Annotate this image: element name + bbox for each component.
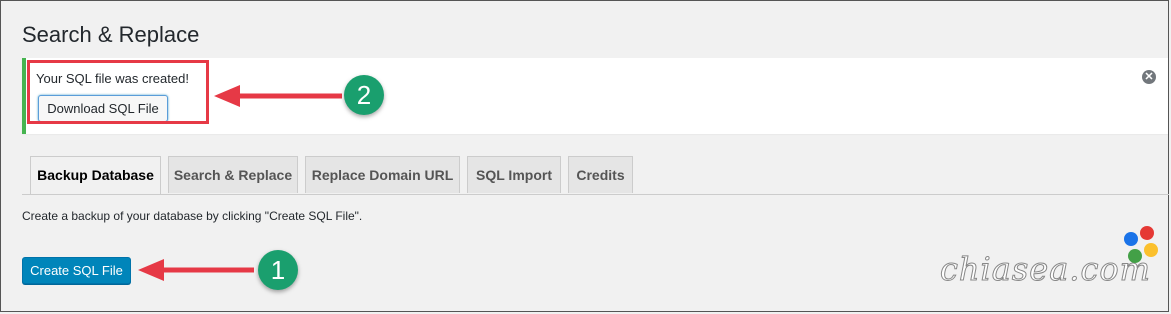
highlight-box xyxy=(27,60,209,124)
step-2-badge: 2 xyxy=(344,75,384,115)
step-1-badge: 1 xyxy=(258,250,298,290)
watermark-logo: chiasea.com xyxy=(940,250,1151,289)
watermark-dot xyxy=(1140,226,1154,240)
tab-replace-domain-url[interactable]: Replace Domain URL xyxy=(305,156,460,193)
backup-description: Create a backup of your database by clic… xyxy=(22,209,363,223)
watermark-dot xyxy=(1128,249,1142,263)
page-title: Search & Replace xyxy=(22,22,200,47)
dismiss-icon[interactable]: ✕ xyxy=(1142,70,1156,84)
tab-sql-import[interactable]: SQL Import xyxy=(467,156,561,193)
tab-bar: Backup Database Search & Replace Replace… xyxy=(22,156,1169,195)
tab-credits[interactable]: Credits xyxy=(568,156,633,193)
arrow-icon xyxy=(138,259,254,281)
tab-search-replace[interactable]: Search & Replace xyxy=(168,156,298,193)
arrow-icon xyxy=(214,85,342,107)
create-sql-button[interactable]: Create SQL File xyxy=(22,257,131,284)
watermark-dot xyxy=(1124,232,1138,246)
watermark-dot xyxy=(1144,243,1158,257)
tab-backup-database[interactable]: Backup Database xyxy=(30,156,161,194)
